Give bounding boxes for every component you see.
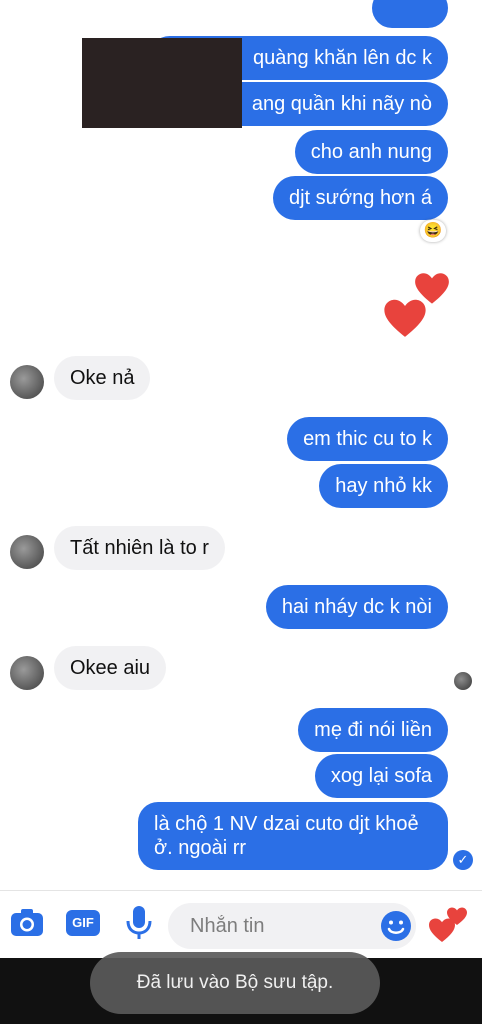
avatar[interactable]	[10, 365, 44, 399]
message-bubble-outgoing[interactable]: em thic cu to k	[287, 417, 448, 461]
message-bubble-outgoing[interactable]: cho anh nung	[294, 130, 448, 174]
message-bubble-outgoing[interactable]: hai nháy dc k nòi	[265, 585, 448, 629]
message-bubble-outgoing[interactable]: mẹ đi nói liền	[298, 708, 448, 752]
heart-icon[interactable]	[428, 905, 470, 945]
reaction-laugh-icon[interactable]: 😆	[420, 220, 446, 242]
camera-icon[interactable]	[10, 907, 44, 937]
seen-avatar	[454, 672, 472, 690]
toast-notification: Đã lưu vào Bộ sưu tập.	[90, 952, 380, 1014]
message-input[interactable]	[188, 914, 372, 939]
message-bubble-outgoing[interactable]: là chộ 1 NV dzai cuto djt khoẻ ở. ngoài …	[138, 802, 448, 870]
avatar[interactable]	[10, 535, 44, 569]
message-bubble-outgoing[interactable]: hay nhỏ kk	[319, 464, 448, 508]
heart-icon	[384, 299, 426, 337]
message-bubble-outgoing[interactable]	[372, 0, 448, 28]
avatar[interactable]	[10, 656, 44, 690]
redacted-block	[82, 38, 242, 128]
message-bubble-outgoing[interactable]: xog lại sofa	[314, 754, 448, 798]
microphone-icon[interactable]	[126, 905, 152, 941]
emoji-icon[interactable]	[380, 910, 412, 942]
message-bubble-incoming[interactable]: Tất nhiên là to r	[54, 526, 225, 570]
composer-bar: GIF	[0, 890, 482, 959]
message-thread[interactable]: quàng khăn lên dc k ang quần khi nãy nò …	[0, 0, 482, 888]
check-icon: ✓	[453, 850, 473, 870]
message-bubble-incoming[interactable]: Okee aiu	[54, 646, 167, 690]
gif-icon[interactable]: GIF	[66, 910, 100, 936]
message-bubble-outgoing[interactable]: djt sướng hơn á	[272, 176, 448, 220]
message-field[interactable]	[168, 903, 416, 949]
message-bubble-incoming[interactable]: Oke nả	[54, 356, 151, 400]
